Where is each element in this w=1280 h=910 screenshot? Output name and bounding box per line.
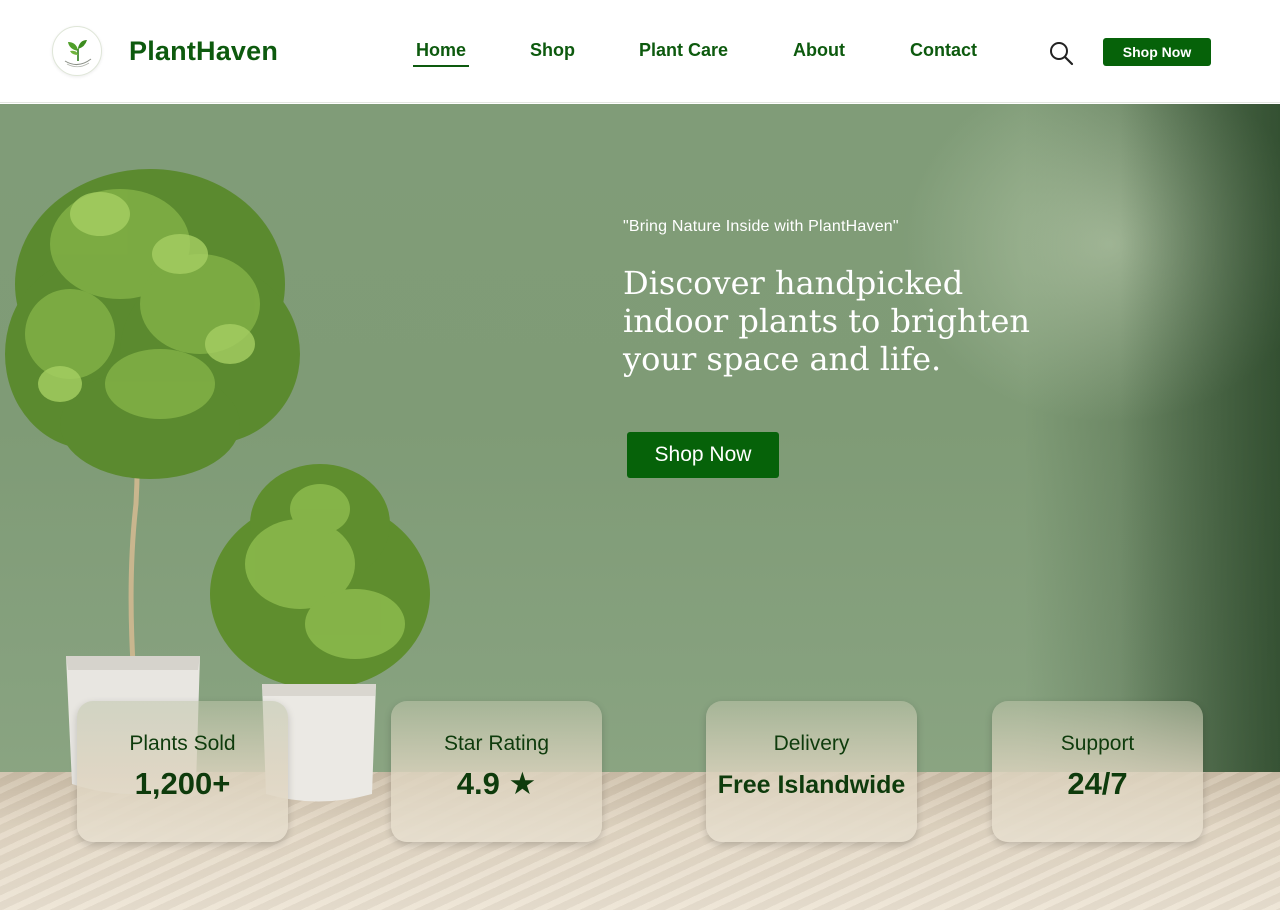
nav-about[interactable]: About xyxy=(793,40,845,61)
hero-headline: Discover handpicked indoor plants to bri… xyxy=(623,264,1030,378)
stat-card-star-rating: Star Rating 4.9 ★ xyxy=(391,701,602,842)
stat-value: Free Islandwide xyxy=(717,771,906,799)
stat-label: Delivery xyxy=(773,732,850,755)
nav-shop[interactable]: Shop xyxy=(530,40,575,61)
nav-contact[interactable]: Contact xyxy=(910,40,977,61)
stat-label: Star Rating xyxy=(443,732,550,755)
hero-shop-now-button[interactable]: Shop Now xyxy=(627,432,779,478)
brand-name[interactable]: PlantHaven xyxy=(129,36,278,67)
site-header: PlantHaven Home Shop Plant Care About Co… xyxy=(0,0,1280,103)
hero-section: "Bring Nature Inside with PlantHaven" Di… xyxy=(0,104,1280,910)
stat-value: 1,200+ xyxy=(134,766,231,801)
stat-card-plants-sold: Plants Sold 1,200+ xyxy=(77,701,288,842)
search-icon[interactable] xyxy=(1046,38,1076,68)
stat-label: Support xyxy=(1060,732,1135,755)
stat-value: 4.9 ★ xyxy=(456,766,537,801)
nav-home[interactable]: Home xyxy=(412,40,470,67)
stat-card-support: Support 24/7 xyxy=(992,701,1203,842)
logo-icon[interactable] xyxy=(52,26,102,76)
stat-value: 24/7 xyxy=(1067,766,1128,801)
hero-tagline: "Bring Nature Inside with PlantHaven" xyxy=(623,218,899,235)
stat-label: Plants Sold xyxy=(129,732,236,755)
nav-plant-care[interactable]: Plant Care xyxy=(639,40,728,61)
stat-card-delivery: Delivery Free Islandwide xyxy=(706,701,917,842)
header-shop-now-button[interactable]: Shop Now xyxy=(1103,38,1211,66)
